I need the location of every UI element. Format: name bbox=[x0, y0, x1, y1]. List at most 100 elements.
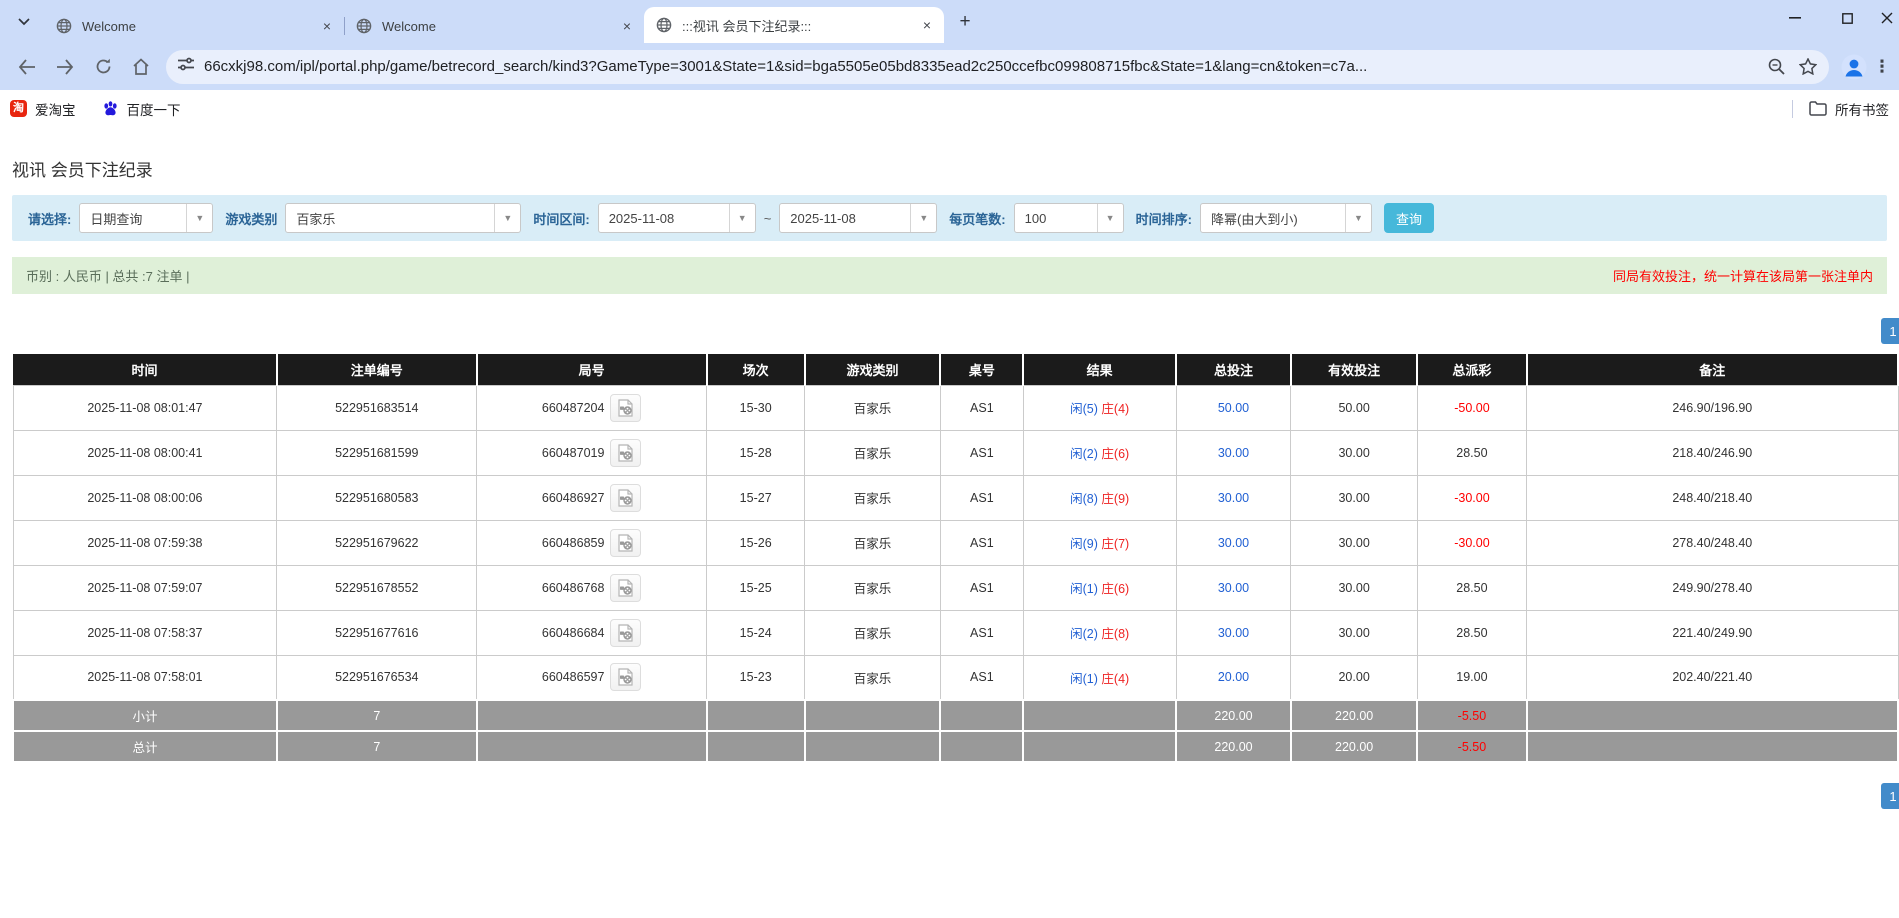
date-to-select[interactable]: 2025-11-08 ▼ bbox=[779, 203, 937, 233]
search-button[interactable]: 查询 bbox=[1384, 203, 1434, 233]
col-round: 局号 bbox=[477, 354, 707, 385]
subtotal-payout: -5.50 bbox=[1417, 700, 1526, 731]
tab-close-icon[interactable]: × bbox=[618, 17, 636, 35]
result-banker: 庄(7) bbox=[1101, 537, 1129, 551]
col-note: 备注 bbox=[1527, 354, 1898, 385]
bookmark-taobao[interactable]: 淘 爱淘宝 bbox=[10, 99, 76, 119]
profile-avatar[interactable] bbox=[1839, 52, 1869, 82]
back-button[interactable] bbox=[11, 51, 43, 83]
video-file-icon bbox=[618, 399, 634, 417]
col-game-type: 游戏类别 bbox=[805, 354, 941, 385]
col-payout: 总派彩 bbox=[1417, 354, 1526, 385]
subtotal-total-bet: 220.00 bbox=[1176, 700, 1291, 731]
tab-welcome-2[interactable]: Welcome × bbox=[344, 9, 644, 43]
cell-round: 660487204 bbox=[477, 385, 707, 430]
table-header: 时间 注单编号 局号 场次 游戏类别 桌号 结果 总投注 有效投注 总派彩 备注 bbox=[13, 354, 1898, 385]
table-summary: 小计 7 220.00 220.00 -5.50 总计 7 220.00 220… bbox=[13, 700, 1898, 762]
tab-search-button[interactable] bbox=[10, 8, 38, 36]
cell-time: 2025-11-08 08:00:41 bbox=[13, 430, 277, 475]
cell-bet-id: 522951678552 bbox=[277, 565, 477, 610]
video-replay-button[interactable] bbox=[610, 529, 641, 557]
table-row: 2025-11-08 08:00:41 522951681599 6604870… bbox=[13, 430, 1898, 475]
cell-result: 闲(2) 庄(8) bbox=[1023, 610, 1176, 655]
note-warning-text: 同局有效投注，统一计算在该局第一张注单内 bbox=[1613, 266, 1873, 285]
cell-bet-id: 522951679622 bbox=[277, 520, 477, 565]
cell-note: 218.40/246.90 bbox=[1527, 430, 1898, 475]
subtotal-valid-bet: 220.00 bbox=[1291, 700, 1417, 731]
cell-total-bet: 30.00 bbox=[1176, 520, 1291, 565]
cell-game-type: 百家乐 bbox=[805, 610, 941, 655]
new-tab-button[interactable]: + bbox=[952, 9, 978, 35]
cell-round: 660486597 bbox=[477, 655, 707, 700]
tab-bet-record-active[interactable]: :::视讯 会员下注纪录::: × bbox=[644, 7, 944, 43]
col-bet-id: 注单编号 bbox=[277, 354, 477, 385]
forward-button[interactable] bbox=[49, 51, 81, 83]
total-count: 7 bbox=[277, 731, 477, 762]
cell-time: 2025-11-08 07:58:01 bbox=[13, 655, 277, 700]
bookmarks-bar: 淘 爱淘宝 百度一下 所有书签 bbox=[0, 90, 1899, 128]
cell-game-type: 百家乐 bbox=[805, 430, 941, 475]
result-player: 闲(2) bbox=[1070, 627, 1098, 641]
url-text[interactable]: 66cxkj98.com/ipl/portal.php/game/betreco… bbox=[204, 58, 1754, 75]
minimize-icon bbox=[1789, 17, 1801, 19]
pagination-bottom: 1 bbox=[12, 783, 1899, 809]
baidu-paw-icon bbox=[102, 100, 119, 117]
cell-total-bet: 20.00 bbox=[1176, 655, 1291, 700]
divider bbox=[1792, 100, 1793, 118]
total-row: 总计 7 220.00 220.00 -5.50 bbox=[13, 731, 1898, 762]
result-player: 闲(5) bbox=[1070, 402, 1098, 416]
cell-game-type: 百家乐 bbox=[805, 565, 941, 610]
cell-total-bet: 30.00 bbox=[1176, 610, 1291, 655]
page-1-button[interactable]: 1 bbox=[1881, 318, 1899, 344]
cell-table-no: AS1 bbox=[940, 610, 1023, 655]
bookmark-baidu[interactable]: 百度一下 bbox=[102, 99, 181, 119]
game-type-select[interactable]: 百家乐 ▼ bbox=[285, 203, 521, 233]
chevron-down-icon: ▼ bbox=[494, 204, 520, 232]
cell-total-bet: 30.00 bbox=[1176, 475, 1291, 520]
address-bar[interactable]: 66cxkj98.com/ipl/portal.php/game/betreco… bbox=[166, 50, 1829, 84]
avatar-icon bbox=[1841, 54, 1867, 80]
chevron-down-icon: ▼ bbox=[1345, 204, 1371, 232]
minimize-button[interactable] bbox=[1769, 0, 1821, 36]
reload-button[interactable] bbox=[87, 51, 119, 83]
page-1-button[interactable]: 1 bbox=[1881, 783, 1899, 809]
video-replay-button[interactable] bbox=[610, 484, 641, 512]
close-button[interactable] bbox=[1873, 0, 1899, 36]
bookmark-star-icon[interactable] bbox=[1799, 58, 1817, 75]
video-replay-button[interactable] bbox=[610, 439, 641, 467]
cell-time: 2025-11-08 07:59:07 bbox=[13, 565, 277, 610]
round-number: 660486684 bbox=[542, 626, 605, 640]
video-replay-button[interactable] bbox=[610, 663, 641, 691]
browser-menu-button[interactable]: ⋮ bbox=[1873, 52, 1891, 82]
result-banker: 庄(9) bbox=[1101, 492, 1129, 506]
video-replay-button[interactable] bbox=[610, 574, 641, 602]
round-number: 660486927 bbox=[542, 491, 605, 505]
all-bookmarks-button[interactable]: 所有书签 bbox=[1792, 99, 1889, 119]
per-page-label: 每页笔数: bbox=[949, 209, 1005, 228]
cell-session: 15-30 bbox=[707, 385, 805, 430]
bookmark-label: 百度一下 bbox=[127, 99, 181, 119]
game-type-label: 游戏类别 bbox=[225, 209, 277, 228]
home-button[interactable] bbox=[125, 51, 157, 83]
date-from-select[interactable]: 2025-11-08 ▼ bbox=[598, 203, 756, 233]
zoom-level-icon[interactable] bbox=[1768, 58, 1785, 75]
tab-close-icon[interactable]: × bbox=[318, 17, 336, 35]
tab-close-icon[interactable]: × bbox=[918, 16, 936, 34]
video-replay-button[interactable] bbox=[610, 619, 641, 647]
tab-welcome-1[interactable]: Welcome × bbox=[44, 9, 344, 43]
taobao-icon: 淘 bbox=[10, 100, 27, 117]
chevron-down-icon: ▼ bbox=[729, 204, 755, 232]
total-valid-bet: 220.00 bbox=[1291, 731, 1417, 762]
bet-records-table: 时间 注单编号 局号 场次 游戏类别 桌号 结果 总投注 有效投注 总派彩 备注… bbox=[12, 354, 1899, 763]
sort-select[interactable]: 降幂(由大到小) ▼ bbox=[1200, 203, 1372, 233]
maximize-button[interactable] bbox=[1821, 0, 1873, 36]
query-type-select[interactable]: 日期查询 ▼ bbox=[79, 203, 213, 233]
filter-bar: 请选择: 日期查询 ▼ 游戏类别 百家乐 ▼ 时间区间: 2025-11-08 … bbox=[12, 195, 1887, 241]
result-banker: 庄(4) bbox=[1101, 672, 1129, 686]
result-banker: 庄(6) bbox=[1101, 447, 1129, 461]
site-info-icon[interactable] bbox=[178, 57, 194, 76]
cell-round: 660486684 bbox=[477, 610, 707, 655]
video-replay-button[interactable] bbox=[610, 394, 641, 422]
per-page-select[interactable]: 100 ▼ bbox=[1014, 203, 1124, 233]
cell-total-bet: 50.00 bbox=[1176, 385, 1291, 430]
